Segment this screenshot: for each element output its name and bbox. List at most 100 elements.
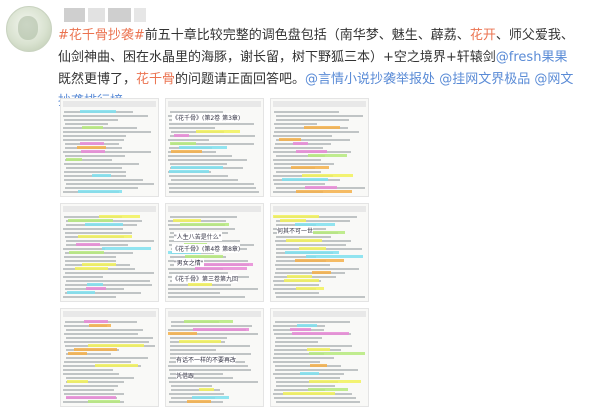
username-blur-block (108, 8, 132, 22)
image-caption-text: 有话不一样的不要再改 (176, 355, 237, 364)
highlight-mark (68, 352, 87, 355)
text-line (275, 272, 345, 274)
text-line (168, 183, 254, 185)
text-line (63, 389, 114, 391)
text-line (65, 123, 108, 125)
text-line (276, 236, 331, 238)
comparison-image-4[interactable] (60, 203, 159, 302)
text-line (63, 369, 113, 371)
text-line (63, 296, 116, 298)
comparison-image-7[interactable] (60, 308, 159, 407)
highlight-mark (295, 259, 344, 262)
image-caption-text: 《花千骨》第三卷第九回 (172, 274, 239, 283)
text-line (66, 377, 134, 379)
highlight-mark (306, 255, 363, 258)
text-line (66, 183, 154, 185)
text-line (275, 341, 318, 343)
keyword-link[interactable]: 花开 (470, 28, 496, 43)
image-header-bar (168, 101, 261, 107)
username-blur-block (64, 8, 86, 22)
text-line (169, 123, 254, 125)
highlight-mark (308, 388, 348, 391)
highlight-mark (179, 146, 227, 149)
hashtag-link[interactable]: #花千骨抄袭# (58, 28, 145, 43)
text-line (276, 119, 349, 121)
highlight-mark (86, 287, 106, 290)
text-line (276, 115, 363, 117)
text-line (170, 216, 237, 218)
text-line (274, 163, 334, 165)
highlight-mark (284, 279, 319, 282)
highlight-mark (85, 223, 123, 226)
image-caption-text: 《花千骨》(第2卷 第3章) (172, 113, 241, 122)
text-line (66, 329, 143, 331)
text-line (65, 187, 138, 189)
image-header-bar (273, 311, 366, 317)
text-line (273, 361, 320, 363)
comparison-image-9[interactable] (270, 308, 369, 407)
highlight-mark (82, 126, 103, 129)
text-line (276, 171, 321, 173)
image-header-bar (63, 206, 156, 212)
text-line (63, 248, 105, 250)
text-line (274, 111, 339, 113)
image-caption-text: 何其不可一世 (277, 226, 314, 235)
text-line (274, 183, 325, 185)
text-line (170, 345, 250, 347)
text-line (64, 171, 126, 173)
text-line (275, 365, 341, 367)
highlight-mark (307, 348, 330, 351)
image-header-bar (63, 101, 156, 107)
mention-link[interactable]: @fresh果果 (496, 50, 568, 65)
user-avatar[interactable] (6, 6, 52, 52)
text-line (63, 151, 151, 153)
comparison-image-6[interactable]: 何其不可一世 (270, 203, 369, 302)
highlight-mark (180, 223, 229, 226)
comparison-image-3[interactable] (270, 98, 369, 197)
highlight-mark (74, 348, 117, 351)
text-line (274, 131, 359, 133)
text-line (276, 268, 359, 270)
text-line (64, 256, 116, 258)
text-line (66, 240, 154, 242)
highlight-mark (296, 287, 324, 290)
username-blur-block (134, 8, 146, 22)
text-line (170, 337, 227, 339)
highlight-mark (66, 158, 82, 161)
text-line (168, 159, 247, 161)
text-line (171, 385, 212, 387)
highlight-mark (81, 150, 105, 153)
highlight-mark (102, 247, 151, 250)
text-line (63, 139, 124, 141)
highlight-mark (95, 364, 138, 367)
comparison-image-1[interactable] (60, 98, 159, 197)
highlight-mark (310, 364, 327, 367)
text-line (65, 284, 152, 286)
mention-link[interactable]: @挂网文界极品 (439, 72, 530, 87)
username-blurred[interactable] (64, 8, 146, 22)
keyword-link[interactable]: 花千骨 (136, 72, 175, 87)
text-line (276, 401, 360, 403)
text-line (274, 397, 356, 399)
highlight-mark (287, 275, 312, 278)
highlight-mark (199, 388, 214, 391)
comparison-image-8[interactable]: 有话不一样的不要再改 凭借跟 (165, 308, 264, 407)
comparison-image-5[interactable]: 《花千骨》(第4卷 第8章) "人生八苦是什么" 《花千骨》第三卷第九回 "男女之情" (165, 203, 264, 302)
highlight-mark (84, 320, 108, 323)
highlight-mark (292, 332, 349, 335)
highlight-mark (304, 126, 340, 129)
highlight-mark (75, 267, 108, 270)
text-line (168, 292, 220, 294)
comparison-image-2[interactable]: 《花千骨》(第2卷 第3章) (165, 98, 264, 197)
weibo-post: #花千骨抄袭#前五十章比较完整的调色盘包括（南华梦、魅生、薜荔、花开、师父爱我、… (0, 0, 590, 411)
highlight-mark (179, 340, 221, 343)
text-line (64, 119, 118, 121)
highlight-mark (173, 219, 201, 222)
text-line (64, 393, 124, 395)
text-line (170, 349, 216, 351)
image-caption-text: "人生八苦是什么" (174, 232, 222, 241)
text-line (274, 123, 317, 125)
mention-link[interactable]: @言情小说抄袭举报处 (305, 72, 435, 87)
text-line (273, 159, 321, 161)
text-line (65, 272, 154, 274)
